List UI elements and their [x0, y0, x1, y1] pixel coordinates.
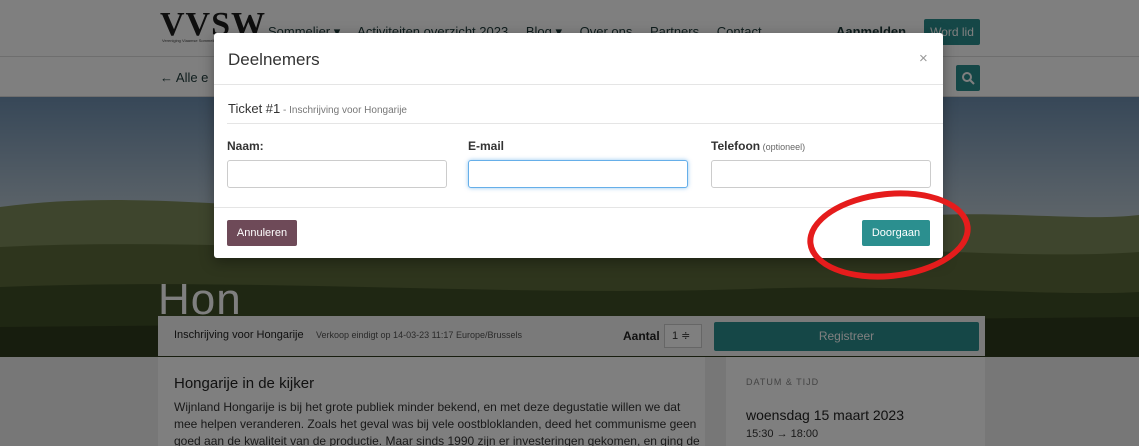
ticket-heading-sub: - Inschrijving voor Hongarije [280, 105, 407, 116]
modal-header: Deelnemers × [214, 33, 943, 85]
divider [227, 123, 943, 124]
close-icon[interactable]: × [919, 51, 928, 66]
email-field[interactable] [468, 160, 688, 188]
email-label: E-mail [468, 139, 505, 153]
name-field[interactable] [227, 160, 447, 188]
cancel-button[interactable]: Annuleren [227, 220, 297, 246]
phone-field[interactable] [711, 160, 931, 188]
modal-title: Deelnemers [228, 50, 320, 69]
phone-label-text: Telefoon [711, 139, 761, 153]
name-label: Naam: [227, 139, 264, 153]
phone-optional-text: (optioneel) [760, 142, 806, 152]
phone-label: Telefoon (optioneel) [711, 139, 805, 153]
ticket-heading: Ticket #1 - Inschrijving voor Hongarije [228, 101, 407, 116]
ticket-number: Ticket #1 [228, 101, 281, 116]
